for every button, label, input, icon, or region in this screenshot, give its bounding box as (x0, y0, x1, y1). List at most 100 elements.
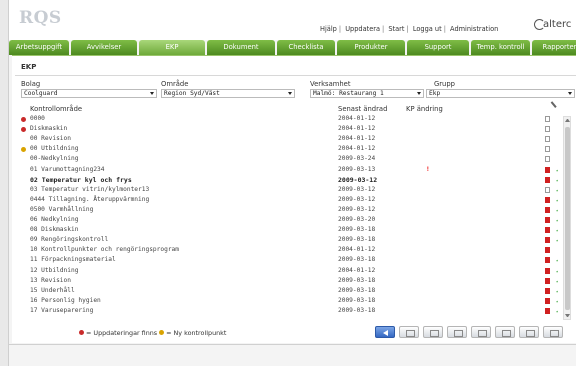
table-row[interactable]: 12 Utbildning 2004-01-12 ✓ (21, 267, 558, 275)
nav-tab-support[interactable]: Support (407, 40, 469, 55)
pdf-document-icon[interactable] (545, 257, 550, 264)
result-none: - (557, 125, 558, 133)
pdf-document-icon[interactable] (545, 206, 550, 213)
control-area-table: 00002004-01-12-Diskmaskin2004-01-12-00 R… (21, 115, 558, 319)
check-icon: ✓ (556, 286, 558, 295)
check-icon: ✓ (556, 165, 558, 174)
pdf-document-icon[interactable] (545, 247, 550, 254)
nav-tab-rapporter[interactable]: Rapporter (532, 40, 576, 55)
table-row[interactable]: 0500 Varmhållning 2009-03-12 ✓ (21, 206, 558, 214)
control-area-name: 00 Utbildning (30, 145, 79, 153)
grupp-label: Grupp (434, 80, 455, 88)
omrade-select[interactable]: Region Syd/Väst (161, 89, 295, 98)
table-row[interactable]: 0444 Tillagning. Återuppvärmning 2009-03-… (21, 196, 558, 204)
refresh-link[interactable]: Uppdatera (345, 25, 380, 33)
check-icon: ✓ (556, 195, 558, 204)
table-row[interactable]: Diskmaskin 2004-01-12 - (21, 125, 558, 133)
pdf-document-icon[interactable] (545, 156, 550, 163)
pdf-document-icon[interactable] (545, 297, 550, 304)
pdf-document-icon[interactable] (545, 267, 550, 274)
table-row[interactable]: 00 Utbildning 2004-01-12 - (21, 145, 558, 153)
logout-link[interactable]: Logga ut (413, 25, 442, 33)
document-list-icon[interactable] (495, 326, 515, 338)
scroll-up-icon[interactable] (565, 119, 570, 122)
last-modified-date: 2009-03-18 (338, 286, 376, 294)
pdf-document-icon[interactable] (545, 196, 550, 203)
start-link[interactable]: Start (388, 25, 404, 33)
nav-tab-ekp[interactable]: EKP (139, 40, 205, 55)
pdf-document-icon[interactable] (545, 186, 550, 193)
chevron-down-icon (288, 92, 292, 95)
pdf-document-icon[interactable] (545, 217, 550, 223)
scroll-thumb[interactable] (565, 127, 570, 310)
check-icon: ✓ (556, 296, 558, 305)
nav-tab-temp-kontroll[interactable]: Temp. kontroll (471, 40, 530, 55)
pdf-document-icon[interactable] (545, 227, 550, 234)
alterc-brand: alterc (543, 19, 572, 30)
pdf-document-icon[interactable] (519, 326, 539, 338)
table-row[interactable]: 16 Personlig hygien 2009-03-18 ✓ (21, 297, 558, 305)
yellow-status-icon (159, 330, 165, 335)
result-none: - (557, 145, 558, 153)
table-row[interactable]: 01 Varumottagning234 2009-03-13! ✓ (21, 166, 558, 174)
table-row[interactable]: 00 Revision 2004-01-12 - (21, 135, 558, 143)
control-area-name: 00 Revision (30, 135, 71, 143)
last-modified-date: 2009-03-13 (338, 165, 376, 173)
pdf-document-icon[interactable] (545, 237, 550, 244)
table-row[interactable]: 08 Diskmaskin 2009-03-18 ✓ (21, 226, 558, 234)
red-status-icon (79, 330, 84, 335)
nav-tab-produkter[interactable]: Produkter (337, 40, 405, 55)
last-modified-date: 2009-03-18 (338, 306, 376, 314)
chevron-down-icon (150, 92, 154, 95)
pdf-document-icon[interactable] (545, 287, 550, 294)
table-scrollbar[interactable] (563, 116, 571, 320)
table-row[interactable]: 17 Varuseparering 2009-03-18 ✓ (21, 307, 558, 315)
pdf-document-icon[interactable] (545, 116, 550, 122)
help-link[interactable]: Hjälp (320, 25, 337, 33)
last-modified-date: 2009-03-18 (338, 236, 376, 244)
pdf-document-icon[interactable] (545, 126, 550, 133)
control-area-name: Diskmaskin (30, 125, 68, 133)
check-icon: ✓ (556, 266, 558, 275)
last-modified-date: 2004-01-12 (338, 115, 376, 122)
blank-page-icon[interactable] (399, 326, 419, 338)
pdf-document-icon[interactable] (545, 176, 550, 183)
nav-tab-checklista[interactable]: Checklista (277, 40, 335, 55)
pdf-document-icon[interactable] (545, 146, 550, 153)
table-row[interactable]: 15 Underhåll 2009-03-18 ✓ (21, 287, 558, 295)
pdf-document-icon[interactable] (545, 166, 550, 173)
table-row[interactable]: 09 Rengöringskontroll 2009-03-18 ✓ (21, 236, 558, 244)
nav-tab-avvikelser[interactable]: Avvikelser (71, 40, 137, 55)
table-row[interactable]: 03 Temperatur vitrin/kylmonter13 2009-03-… (21, 186, 558, 194)
network-icon[interactable] (447, 326, 467, 338)
result-none: - (557, 246, 558, 254)
table-row[interactable]: 13 Revision 2009-03-18 ✓ (21, 277, 558, 285)
table-row[interactable]: 0000 2004-01-12 - (21, 115, 558, 123)
table-row[interactable]: 02 Temperatur kyl och frys 2009-03-12 ✓ (21, 176, 558, 184)
nav-tab-arbetsuppgift[interactable]: Arbetsuppgift (9, 40, 69, 55)
control-area-name: 0000 (30, 115, 45, 122)
pdf-document-icon[interactable] (545, 277, 550, 284)
last-modified-date: 2004-01-12 (338, 266, 376, 274)
list-icon[interactable] (471, 326, 491, 338)
table-row[interactable]: 10 Kontrollpunkter och rengöringsprogram… (21, 246, 558, 254)
verksamhet-label: Verksamhet (310, 80, 351, 88)
scroll-down-icon[interactable] (565, 314, 570, 317)
delete-page-icon[interactable] (543, 326, 563, 338)
last-modified-date: 2009-03-12 (338, 205, 376, 213)
grupp-select[interactable]: Ekp (426, 89, 575, 98)
pencil-icon[interactable] (548, 99, 559, 110)
column-header-control-area: Kontrollområde (30, 105, 83, 113)
table-row[interactable]: 06 Nedkylning 2009-03-20 ✓ (21, 216, 558, 224)
table-row[interactable]: 00-Nedkylning 2009-03-24 - (21, 155, 558, 163)
pdf-document-icon[interactable] (545, 136, 550, 143)
check-icon: ✓ (556, 276, 558, 285)
administration-link[interactable]: Administration (450, 25, 498, 33)
bolag-select[interactable]: Coolguard (21, 89, 157, 98)
edit-page-icon[interactable] (423, 326, 443, 338)
table-row[interactable]: 11 Förpackningsmaterial 2009-03-18 ✓ (21, 256, 558, 264)
back-icon[interactable] (375, 326, 395, 338)
nav-tab-dokument[interactable]: Dokument (207, 40, 275, 55)
verksamhet-select[interactable]: Malmö: Restaurang 1 (310, 89, 424, 98)
pdf-document-icon[interactable] (545, 307, 550, 314)
